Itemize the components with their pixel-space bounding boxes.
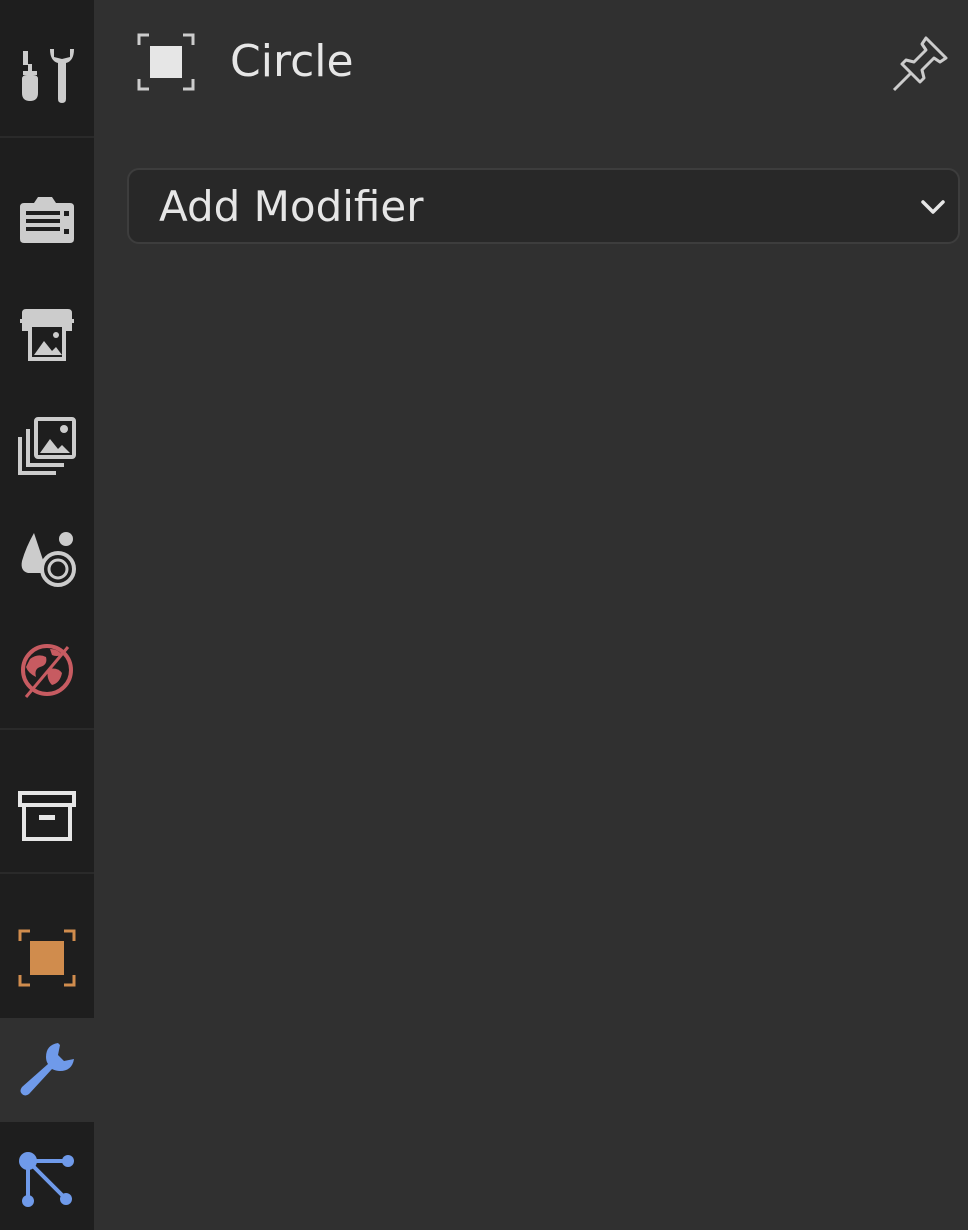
- collection-box-icon: [18, 791, 76, 841]
- tab-modifiers[interactable]: [0, 1018, 94, 1122]
- tab-separator: [0, 136, 94, 138]
- add-modifier-dropdown[interactable]: Add Modifier: [127, 168, 960, 244]
- object-icon: [137, 33, 195, 91]
- tab-collection[interactable]: [0, 764, 94, 868]
- tab-separator: [0, 728, 94, 730]
- object-name: Circle: [230, 36, 354, 87]
- render-camera-icon: [20, 197, 74, 243]
- output-printer-icon: [20, 309, 74, 361]
- view-layer-images-icon: [18, 417, 76, 475]
- properties-editor: Circle Add Modifier: [0, 0, 968, 1230]
- panel-header: Circle: [94, 0, 968, 124]
- chevron-down-icon: [921, 200, 945, 214]
- tab-object[interactable]: [0, 906, 94, 1010]
- tab-scene[interactable]: [0, 506, 94, 610]
- scene-icon: [21, 532, 76, 587]
- tab-tool[interactable]: [0, 24, 94, 128]
- pin-icon[interactable]: [890, 32, 952, 94]
- tab-object-data[interactable]: [0, 1128, 94, 1230]
- object-icon: [18, 929, 76, 987]
- properties-panel: Circle Add Modifier: [94, 0, 968, 1230]
- tab-view-layer[interactable]: [0, 394, 94, 498]
- tab-render[interactable]: [0, 168, 94, 272]
- tool-icon: [22, 49, 74, 103]
- curve-data-icon: [19, 1152, 74, 1207]
- tab-separator: [0, 872, 94, 874]
- add-modifier-label: Add Modifier: [159, 182, 424, 231]
- world-icon: [21, 644, 73, 698]
- properties-tab-bar: [0, 0, 94, 1230]
- tab-world[interactable]: [0, 618, 94, 722]
- tab-output[interactable]: [0, 282, 94, 386]
- wrench-icon: [20, 1043, 74, 1096]
